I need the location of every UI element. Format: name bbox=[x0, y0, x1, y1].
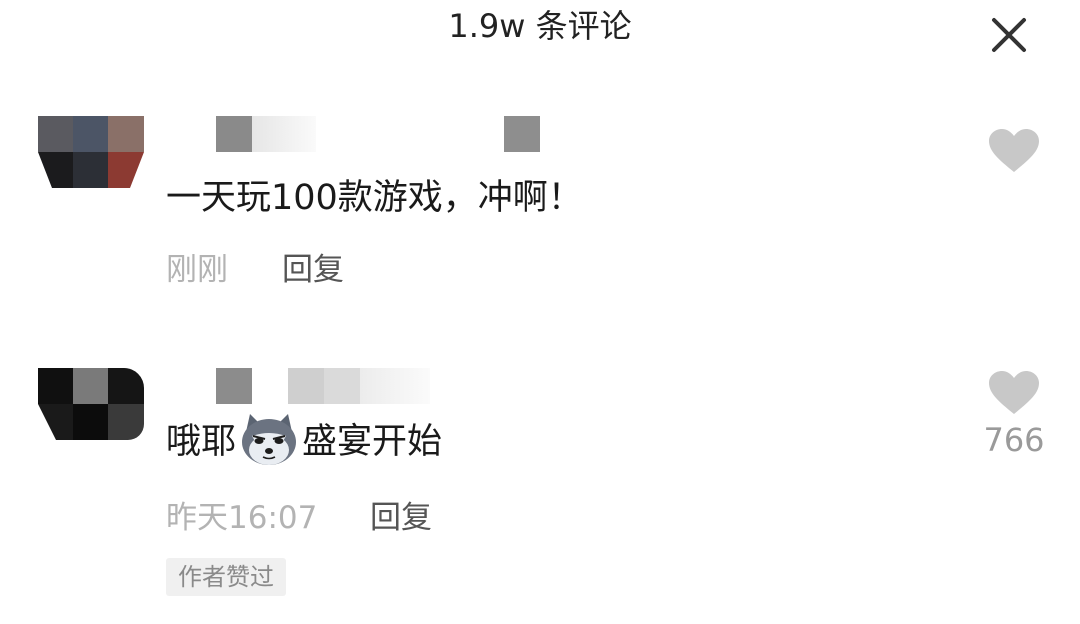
avatar[interactable] bbox=[38, 116, 144, 188]
comment-text: 一天玩100款游戏，冲啊！ bbox=[166, 178, 583, 218]
comment-time: 昨天16:07 bbox=[166, 500, 318, 536]
comment-text-start: 哦耶 bbox=[166, 422, 237, 462]
comments-count-title: 1.9w 条评论 bbox=[448, 7, 632, 45]
author-liked-badge: 作者赞过 bbox=[166, 558, 286, 596]
username-blurred[interactable] bbox=[216, 116, 546, 152]
comment-text: 哦耶 盛宴开始 bbox=[166, 414, 443, 468]
comment-text-end: 盛宴开始 bbox=[302, 422, 443, 462]
close-icon[interactable] bbox=[986, 12, 1032, 58]
reply-button[interactable]: 回复 bbox=[282, 250, 344, 290]
heart-icon[interactable] bbox=[988, 370, 1040, 416]
comment-time: 刚刚 bbox=[166, 252, 228, 288]
avatar[interactable] bbox=[38, 368, 144, 440]
reply-button[interactable]: 回复 bbox=[370, 498, 432, 538]
husky-dog-emoji bbox=[238, 410, 300, 468]
like-count: 766 bbox=[983, 421, 1045, 459]
heart-icon[interactable] bbox=[988, 128, 1040, 174]
comments-panel: 1.9w 条评论 一天玩100款游戏，冲啊！ 刚刚 回复 哦耶 盛宴开始 昨天1… bbox=[0, 0, 1080, 624]
username-blurred[interactable] bbox=[216, 368, 436, 404]
